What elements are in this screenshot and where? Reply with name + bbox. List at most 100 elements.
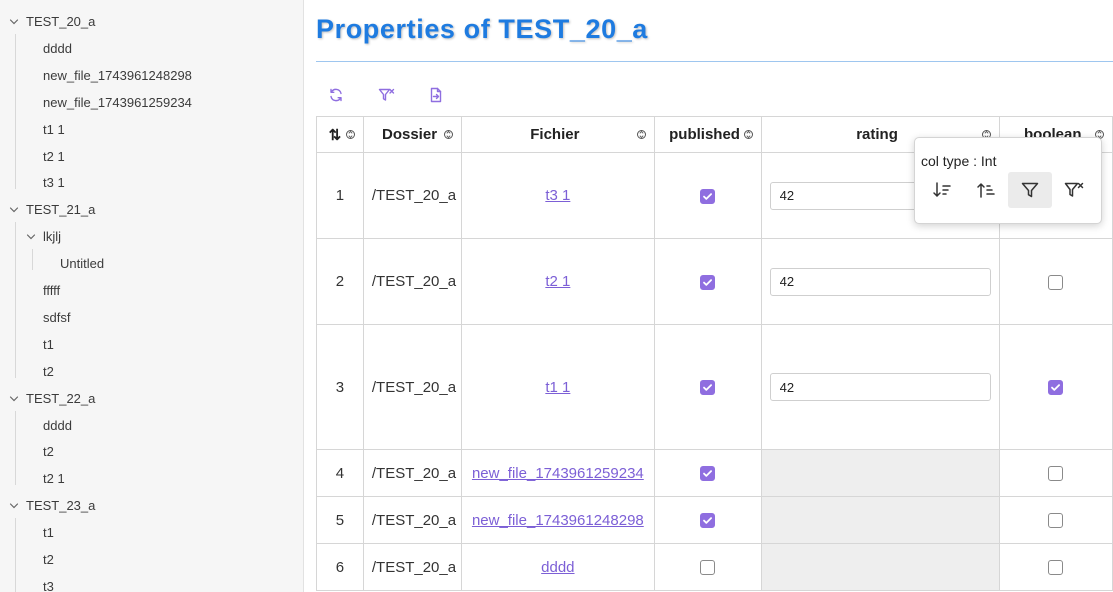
column-type-label: col type : Int [921, 153, 997, 169]
sort-descending-icon [933, 182, 951, 198]
tree-file[interactable]: t2 1 [0, 145, 303, 169]
chevron-down-icon [9, 503, 19, 509]
tree-item-label: t1 [43, 336, 54, 352]
rating-cell [760, 496, 1000, 544]
fichier-cell: t2 1 [461, 238, 655, 325]
tree-folder[interactable]: TEST_21_a [0, 198, 303, 222]
tree-folder[interactable]: TEST_22_a [0, 387, 303, 411]
fichier-cell: t1 1 [461, 324, 655, 450]
table-row: 4/TEST_20_a new_file_1743961259234 [316, 449, 1113, 497]
tree-file[interactable]: t2 [0, 360, 303, 384]
file-link[interactable]: t2 1 [545, 273, 570, 290]
column-menu-icon[interactable] [345, 128, 355, 141]
rating-input[interactable] [769, 373, 991, 401]
file-link[interactable]: t1 1 [545, 379, 570, 396]
export-icon [430, 87, 442, 103]
tree-file[interactable]: dddd [0, 414, 303, 438]
tree-file[interactable]: fffff [0, 279, 303, 303]
column-menu-icon[interactable] [444, 128, 454, 141]
tree-guide-line [15, 410, 16, 486]
published-cell [653, 543, 762, 591]
published-cell [653, 238, 762, 325]
tree-item-label: TEST_20_a [26, 14, 96, 29]
sort-descending-button[interactable] [920, 172, 964, 208]
published-checkbox[interactable] [700, 274, 716, 290]
fichier-cell: new_file_1743961259234 [461, 449, 655, 497]
published-checkbox[interactable] [700, 560, 716, 576]
rating-input[interactable] [769, 267, 991, 296]
dossier-cell: /TEST_20_a [362, 238, 463, 325]
dossier-cell: /TEST_20_a [362, 496, 463, 544]
tree-file[interactable]: t1 [0, 521, 303, 545]
tree-folder[interactable]: TEST_20_a [0, 10, 303, 34]
tree-file[interactable]: t3 [0, 575, 303, 592]
expand-toggle[interactable] [26, 225, 38, 249]
column-header-published[interactable]: published [653, 116, 762, 153]
check-icon [703, 192, 713, 200]
column-menu-icon[interactable] [636, 128, 646, 141]
filter-button[interactable] [1008, 172, 1052, 208]
tree-file[interactable]: dddd [0, 37, 303, 61]
tree-item-label: t2 [43, 363, 54, 379]
chevron-down-icon [26, 234, 36, 240]
dossier-cell: /TEST_20_a [362, 324, 463, 450]
tree-file[interactable]: new_file_1743961259234 [0, 91, 303, 115]
tree-file[interactable]: t1 [0, 333, 303, 357]
tree-file[interactable]: t2 1 [0, 467, 303, 491]
tree-item-label: t2 [43, 444, 54, 460]
expand-toggle[interactable] [9, 494, 21, 518]
clear-column-filter-button[interactable] [1052, 172, 1096, 208]
check-icon [703, 517, 713, 524]
expand-toggle[interactable] [9, 10, 21, 34]
column-header-label: Fichier [530, 126, 580, 143]
boolean-checkbox[interactable] [1048, 380, 1064, 396]
tree-item-label: t1 1 [43, 121, 65, 137]
fichier-cell: dddd [461, 543, 655, 591]
tree-file[interactable]: t2 [0, 548, 303, 572]
expand-toggle[interactable] [9, 387, 21, 411]
tree-file[interactable]: Untitled [0, 252, 303, 276]
tree-guide-line [15, 222, 16, 378]
tree-file[interactable]: t2 [0, 440, 303, 464]
boolean-checkbox[interactable] [1048, 466, 1064, 482]
tree-item-label: new_file_1743961259234 [43, 94, 192, 110]
column-header-index[interactable]: ⇅ [316, 116, 364, 153]
published-checkbox[interactable] [700, 188, 716, 204]
expand-toggle[interactable] [9, 198, 21, 222]
file-link[interactable]: new_file_1743961259234 [472, 465, 644, 482]
table-row: 2/TEST_20_a t2 1 [316, 238, 1113, 325]
published-checkbox[interactable] [700, 380, 716, 396]
boolean-checkbox[interactable] [1048, 513, 1064, 529]
column-header-dossier[interactable]: Dossier [362, 116, 463, 153]
file-link[interactable]: t3 1 [545, 187, 570, 204]
refresh-button[interactable] [324, 84, 348, 106]
file-link[interactable]: new_file_1743961248298 [472, 512, 644, 529]
column-header-label: published [669, 126, 740, 143]
tree-file[interactable]: t1 1 [0, 118, 303, 142]
tree-subfolder[interactable]: lkjlj [0, 225, 303, 249]
export-button[interactable] [424, 84, 448, 106]
main-panel: Properties of TEST_20_a ⇅ Dossier Fichier p… [304, 0, 1113, 592]
tree-folder[interactable]: TEST_23_a [0, 494, 303, 518]
tree-file[interactable]: new_file_1743961248298 [0, 64, 303, 88]
tree-item-label: dddd [43, 40, 72, 56]
column-header-label: Dossier [382, 126, 438, 143]
column-menu-icon[interactable] [743, 128, 753, 141]
published-checkbox[interactable] [700, 466, 716, 482]
tree-file[interactable]: sdfsf [0, 306, 303, 330]
column-header-label: rating [856, 126, 898, 143]
filter-icon [1021, 182, 1039, 198]
published-checkbox[interactable] [700, 513, 716, 529]
boolean-checkbox[interactable] [1048, 274, 1064, 290]
rating-cell [760, 543, 1000, 591]
fichier-cell: new_file_1743961248298 [461, 496, 655, 544]
column-header-fichier[interactable]: Fichier [461, 116, 655, 153]
clear-filters-button[interactable] [374, 84, 398, 106]
sort-ascending-button[interactable] [964, 172, 1008, 208]
rating-cell [760, 238, 1000, 325]
boolean-checkbox[interactable] [1048, 560, 1064, 576]
file-link[interactable]: dddd [541, 559, 574, 576]
tree-file[interactable]: t3 1 [0, 171, 303, 195]
chevron-down-icon [9, 395, 19, 401]
rating-cell [760, 449, 1000, 497]
